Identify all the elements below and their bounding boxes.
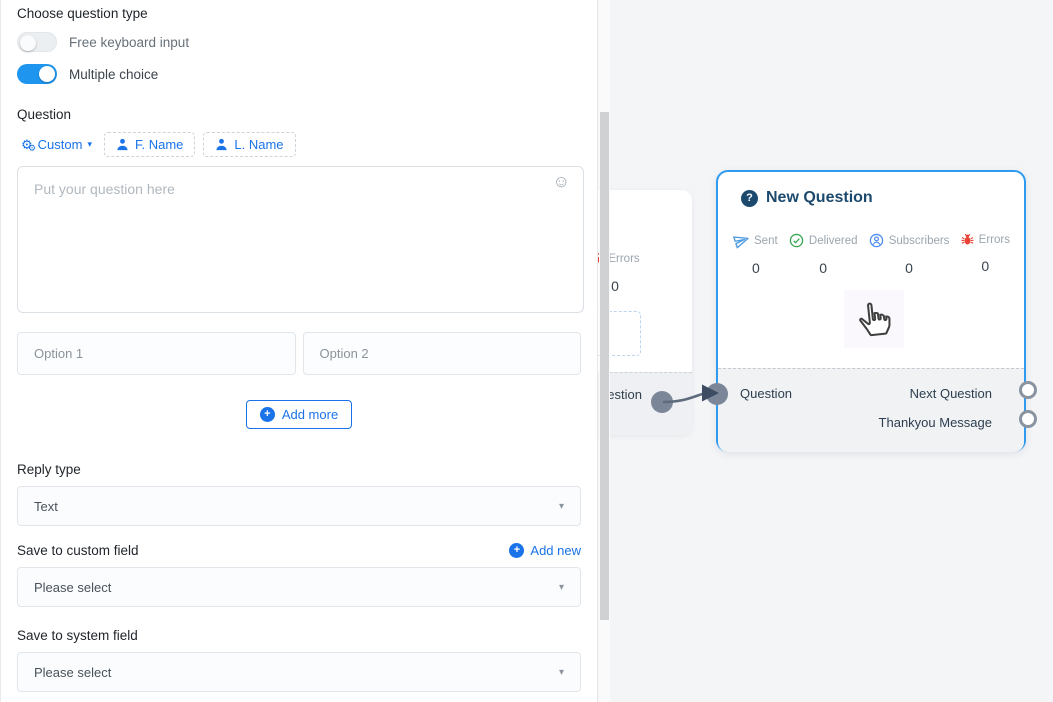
stat-value: 0	[752, 260, 760, 276]
section-title-question-type: Choose question type	[17, 6, 581, 21]
hand-cursor-icon	[854, 299, 894, 339]
chevron-down-icon: ▾	[559, 501, 564, 512]
reply-type-value: Text	[34, 499, 58, 514]
question-settings-panel: Choose question type Free keyboard input…	[0, 0, 598, 702]
question-section-label: Question	[17, 107, 581, 122]
question-textarea[interactable]	[17, 166, 584, 313]
subscriber-icon	[869, 233, 884, 248]
chip-label: L. Name	[234, 137, 283, 152]
save-system-field-label: Save to system field	[17, 628, 581, 643]
stat-label: Subscribers	[889, 235, 950, 247]
system-field-value: Please select	[34, 665, 111, 680]
reply-type-select[interactable]: Text ▾	[17, 486, 581, 526]
new-question-node[interactable]: ? New Question Sent 0 Delivered 0	[716, 170, 1026, 452]
option-1-input[interactable]	[17, 332, 296, 375]
multiple-choice-toggle[interactable]	[17, 64, 57, 84]
toggle-label: Free keyboard input	[69, 35, 189, 50]
output-label-next-question: Next Question	[910, 386, 992, 401]
last-name-chip[interactable]: L. Name	[203, 132, 295, 157]
custom-field-value: Please select	[34, 580, 111, 595]
save-custom-field-label: Save to custom field	[17, 543, 139, 558]
question-input-wrap: ☺	[17, 166, 581, 318]
stat-label: Errors	[979, 234, 1010, 246]
add-more-label: Add more	[282, 407, 338, 422]
person-icon	[116, 138, 129, 151]
stat-delivered: Delivered 0	[789, 233, 858, 276]
node-footer: Question Next Question Thankyou Message	[718, 368, 1024, 452]
custom-fields-dropdown[interactable]: ⚙⚙ Custom ▾	[17, 134, 96, 155]
stat-label: Sent	[754, 235, 778, 247]
first-name-chip[interactable]: F. Name	[104, 132, 195, 157]
stat-sent: Sent 0	[734, 233, 778, 276]
panel-scrollbar-thumb[interactable]	[600, 112, 609, 620]
node-header: ? New Question	[718, 172, 1024, 207]
answer-options	[17, 332, 581, 375]
input-port[interactable]	[706, 383, 728, 405]
question-badge-icon: ?	[741, 190, 758, 207]
bug-icon	[961, 233, 974, 246]
option-2-input[interactable]	[303, 332, 582, 375]
chevron-down-icon: ▾	[559, 667, 564, 678]
stat-subscribers: Subscribers 0	[869, 233, 950, 276]
chip-label: F. Name	[135, 137, 183, 152]
merge-tag-chips: ⚙⚙ Custom ▾ F. Name L. Name	[17, 131, 581, 158]
add-new-label: Add new	[530, 543, 581, 558]
input-port-label: Question	[740, 386, 792, 401]
toggle-row-free-keyboard: Free keyboard input	[17, 31, 581, 53]
plus-circle-icon: +	[260, 407, 275, 422]
custom-field-select[interactable]: Please select ▾	[17, 567, 581, 607]
node-stats: Sent 0 Delivered 0 Subscribers	[718, 233, 1024, 276]
stat-value: 0	[905, 260, 913, 276]
stat-label: Errors	[608, 253, 639, 265]
send-icon	[732, 231, 751, 250]
add-new-custom-field-link[interactable]: + Add new	[509, 543, 581, 558]
system-field-select[interactable]: Please select ▾	[17, 652, 581, 692]
output-port-connected[interactable]	[651, 391, 673, 413]
toggle-row-multiple-choice: Multiple choice	[17, 63, 581, 85]
stat-errors: Errors 0	[961, 233, 1010, 276]
output-port-thankyou-message[interactable]	[1019, 410, 1037, 428]
stat-value: 0	[981, 258, 989, 274]
output-label-thankyou-message: Thankyou Message	[879, 415, 992, 430]
stat-value: 0	[819, 260, 827, 276]
custom-label: Custom	[38, 137, 83, 152]
add-more-button[interactable]: + Add more	[246, 400, 352, 429]
emoji-picker-icon[interactable]: ☺	[553, 173, 570, 190]
gears-icon: ⚙⚙	[21, 138, 33, 151]
chevron-down-icon: ▾	[87, 139, 92, 150]
toggle-label: Multiple choice	[69, 67, 158, 82]
free-keyboard-toggle[interactable]	[17, 32, 57, 52]
check-circle-icon	[789, 233, 804, 248]
plus-circle-icon: +	[509, 543, 524, 558]
output-port-next-question[interactable]	[1019, 381, 1037, 399]
chevron-down-icon: ▾	[559, 582, 564, 593]
cursor-overlay	[844, 290, 904, 348]
person-icon	[215, 138, 228, 151]
reply-type-label: Reply type	[17, 462, 581, 477]
panel-scrollbar[interactable]	[599, 0, 610, 702]
node-title: New Question	[766, 189, 873, 207]
stat-label: Delivered	[809, 235, 858, 247]
